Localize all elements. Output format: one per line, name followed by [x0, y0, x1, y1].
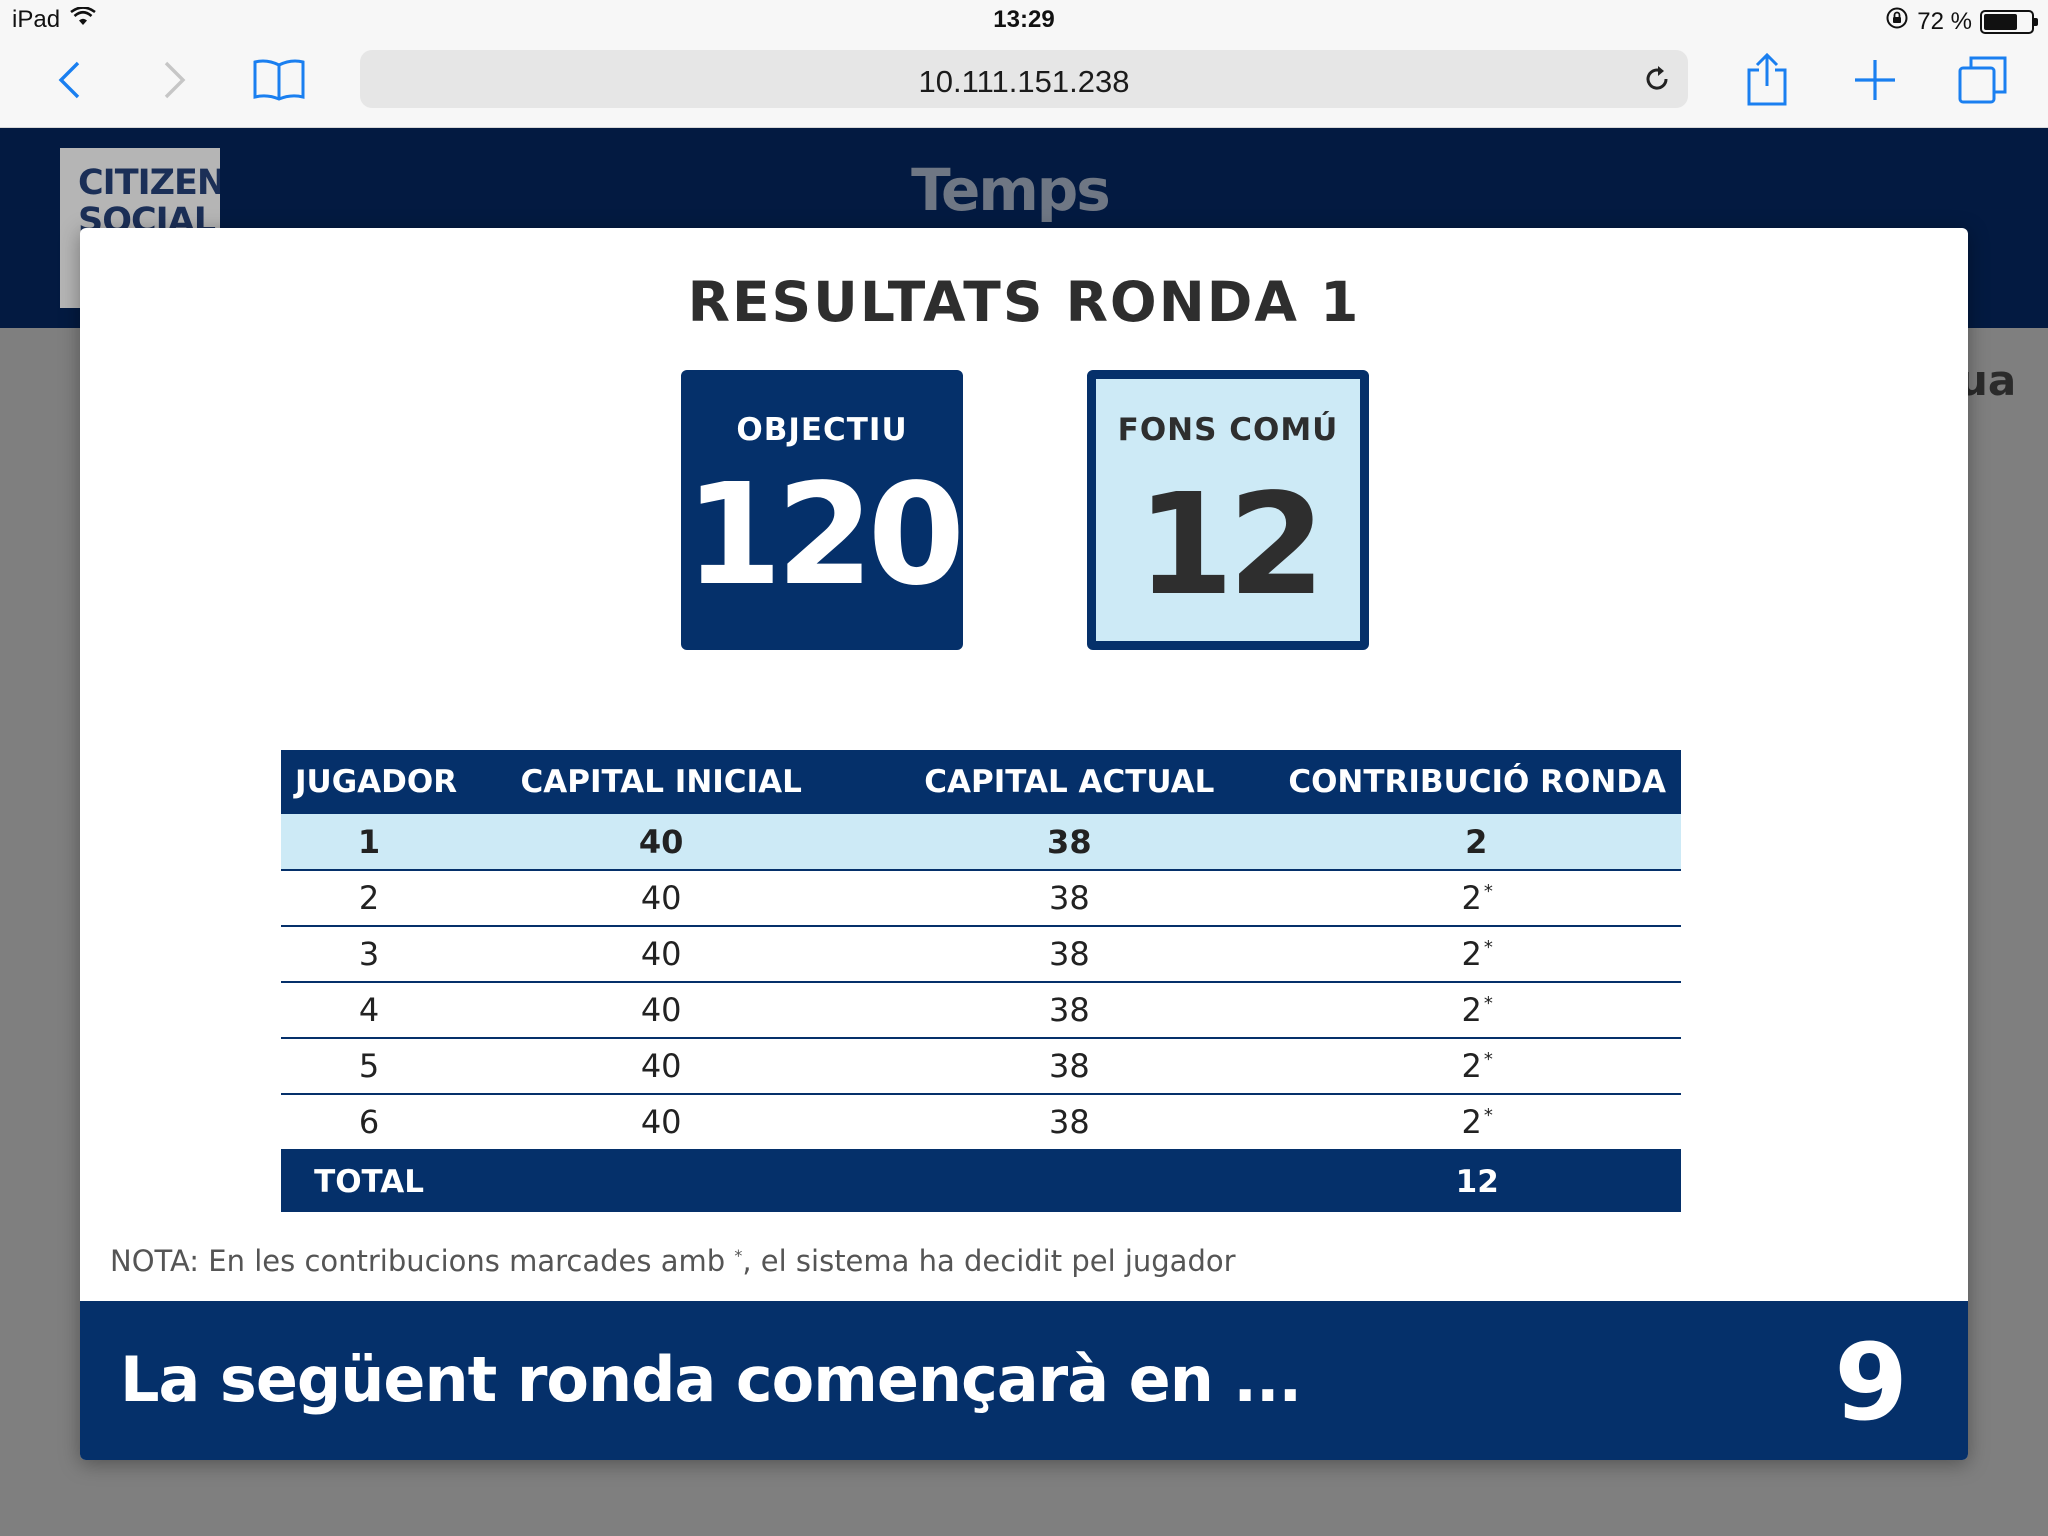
system-mark: * — [1483, 1049, 1493, 1070]
capital-actual-cell: 38 — [865, 870, 1274, 927]
contribucio-cell: 2 * — [1273, 1038, 1681, 1095]
countdown-value: 9 — [1834, 1321, 1908, 1444]
header-capital-inicial: CAPITAL INICIAL — [457, 750, 866, 814]
battery-percent: 72 % — [1917, 7, 1972, 35]
contribucio-cell: 2 * — [1273, 1094, 1681, 1151]
total-empty-cell — [865, 1150, 1274, 1212]
url-text[interactable]: 10.111.151.238 — [360, 64, 1688, 100]
objectiu-value: 120 — [684, 454, 965, 617]
results-modal: RESULTATS RONDA 1 OBJECTIU 120 FONS COMÚ… — [80, 228, 1968, 1460]
objectiu-label: OBJECTIU — [736, 412, 908, 448]
capital-inicial-cell: 40 — [457, 814, 866, 871]
device-label: iPad — [12, 6, 61, 33]
objectiu-card: OBJECTIU 120 — [681, 370, 965, 650]
contribucio-value: 2 — [1461, 935, 1482, 973]
capital-inicial-cell: 40 — [457, 1038, 866, 1095]
total-empty-cell — [457, 1150, 866, 1212]
contribucio-value: 2 — [1461, 1103, 1482, 1141]
bookmarks-icon[interactable] — [244, 50, 314, 110]
share-icon[interactable] — [1732, 50, 1802, 110]
contribucio-value: 2 — [1461, 991, 1482, 1029]
back-icon[interactable] — [34, 50, 104, 110]
capital-actual-cell: 38 — [865, 1038, 1274, 1095]
next-round-message: La següent ronda començarà en ... — [120, 1343, 1302, 1416]
system-mark: * — [1483, 993, 1493, 1014]
footnote-text-before: NOTA: En les contribucions marcades amb — [110, 1244, 735, 1278]
jugador-cell: 6 — [281, 1094, 458, 1151]
table-row: 2 40 38 2 * — [281, 870, 1681, 927]
browser-toolbar: 10.111.151.238 — [0, 40, 2048, 128]
capital-actual-cell: 38 — [865, 926, 1274, 983]
fons-comu-label: FONS COMÚ — [1117, 412, 1339, 448]
capital-actual-cell: 38 — [865, 982, 1274, 1039]
status-bar: iPad 13:29 72 % — [0, 0, 2048, 40]
fons-comu-card: FONS COMÚ 12 — [1087, 370, 1369, 650]
total-row: TOTAL 12 — [281, 1150, 1681, 1212]
clock: 13:29 — [993, 6, 1055, 33]
capital-inicial-cell: 40 — [457, 982, 866, 1039]
capital-actual-cell: 38 — [865, 1094, 1274, 1151]
capital-actual-cell: 38 — [865, 814, 1274, 871]
system-mark: * — [1483, 881, 1493, 902]
contribucio-value: 2 — [1465, 822, 1488, 861]
fons-comu-value: 12 — [1136, 464, 1326, 627]
next-round-bar: La següent ronda començarà en ... 9 — [80, 1301, 1968, 1460]
system-mark: * — [1483, 937, 1493, 958]
wifi-icon — [70, 6, 96, 34]
contribucio-cell: 2 * — [1273, 926, 1681, 983]
total-label: TOTAL — [281, 1150, 458, 1212]
results-table: JUGADOR CAPITAL INICIAL CAPITAL ACTUAL C… — [281, 750, 1681, 1212]
table-row: 3 40 38 2 * — [281, 926, 1681, 983]
orientation-lock-icon — [1885, 6, 1909, 37]
total-value: 12 — [1273, 1150, 1681, 1212]
tabs-icon[interactable] — [1948, 50, 2018, 110]
contribucio-cell: 2 * — [1273, 982, 1681, 1039]
battery-icon — [1980, 9, 2038, 34]
modal-title: RESULTATS RONDA 1 — [687, 270, 1361, 334]
contribucio-cell: 2 * — [1273, 870, 1681, 927]
jugador-cell: 3 — [281, 926, 458, 983]
reload-icon[interactable] — [1640, 62, 1674, 96]
jugador-cell: 5 — [281, 1038, 458, 1095]
system-mark: * — [1483, 1105, 1493, 1126]
jugador-cell: 4 — [281, 982, 458, 1039]
capital-inicial-cell: 40 — [457, 1094, 866, 1151]
new-tab-icon[interactable] — [1840, 50, 1910, 110]
header-jugador: JUGADOR — [281, 750, 458, 814]
header-capital-actual: CAPITAL ACTUAL — [865, 750, 1274, 814]
header-contribucio-ronda: CONTRIBUCIÓ RONDA — [1273, 750, 1681, 814]
contribucio-value: 2 — [1461, 1047, 1482, 1085]
address-bar[interactable]: 10.111.151.238 — [360, 50, 1688, 108]
jugador-cell: 2 — [281, 870, 458, 927]
table-header-row: JUGADOR CAPITAL INICIAL CAPITAL ACTUAL C… — [281, 750, 1681, 814]
contribucio-cell: 2 — [1273, 814, 1681, 871]
footnote: NOTA: En les contribucions marcades amb … — [110, 1244, 1236, 1278]
table-row: 5 40 38 2 * — [281, 1038, 1681, 1095]
table-row: 6 40 38 2 * — [281, 1094, 1681, 1151]
jugador-cell: 1 — [281, 814, 458, 871]
contribucio-value: 2 — [1461, 879, 1482, 917]
table-row: 4 40 38 2 * — [281, 982, 1681, 1039]
site-title: Temps — [911, 156, 1111, 224]
table-row: 1 40 38 2 — [281, 814, 1681, 871]
capital-inicial-cell: 40 — [457, 926, 866, 983]
footnote-text-after: , el sistema ha decidit pel jugador — [742, 1244, 1236, 1278]
capital-inicial-cell: 40 — [457, 870, 866, 927]
forward-icon[interactable] — [140, 50, 210, 110]
